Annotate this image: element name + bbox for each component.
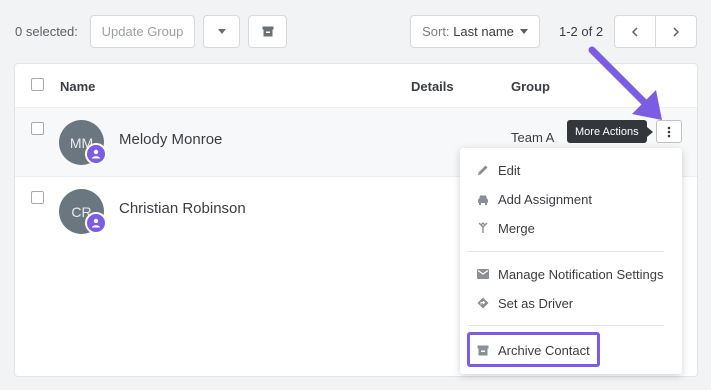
column-header-group[interactable]: Group	[511, 79, 550, 94]
sort-dropdown[interactable]: Sort: Last name	[410, 15, 540, 48]
person-icon	[92, 218, 100, 228]
car-icon	[476, 192, 490, 206]
menu-item-merge[interactable]: Merge	[476, 218, 535, 238]
menu-item-label: Edit	[498, 162, 521, 178]
column-header-name[interactable]: Name	[60, 79, 95, 94]
menu-divider	[468, 251, 664, 252]
direction-icon	[476, 296, 490, 310]
person-icon	[92, 149, 100, 159]
menu-item-label: Set as Driver	[498, 295, 574, 311]
menu-item-edit[interactable]: Edit	[476, 160, 520, 180]
bulk-actions-dropdown-button[interactable]	[203, 15, 240, 48]
menu-divider	[468, 325, 664, 326]
sort-prefix: Sort:	[422, 24, 450, 39]
menu-item-add-assignment[interactable]: Add Assignment	[476, 189, 592, 209]
archive-icon	[262, 26, 273, 37]
row-checkbox[interactable]	[31, 191, 44, 204]
menu-item-label: Manage Notification Settings	[498, 266, 664, 282]
archive-contact-highlight	[467, 332, 600, 367]
merge-icon	[476, 221, 490, 235]
column-header-details: Details	[411, 79, 454, 94]
selected-count: 0 selected:	[15, 24, 78, 39]
menu-item-notification-settings[interactable]: Manage Notification Settings	[476, 264, 663, 284]
chevron-left-icon	[631, 26, 638, 37]
pencil-icon	[476, 163, 490, 177]
contact-name[interactable]: Melody Monroe	[119, 131, 222, 148]
contact-type-badge	[85, 143, 107, 165]
menu-item-label: Add Assignment	[498, 191, 592, 207]
select-all-checkbox[interactable]	[31, 78, 44, 91]
pointer-arrow-icon	[588, 46, 662, 120]
menu-item-label: Merge	[498, 220, 535, 236]
menu-item-set-as-driver[interactable]: Set as Driver	[476, 293, 573, 313]
chevron-down-icon	[217, 29, 226, 34]
pagination-info: 1-2 of 2	[559, 24, 604, 39]
chevron-down-icon	[519, 29, 528, 34]
update-group-button[interactable]: Update Group	[90, 15, 195, 48]
bulk-archive-button[interactable]	[248, 15, 287, 48]
chevron-right-icon	[673, 26, 680, 37]
mail-icon	[476, 267, 490, 281]
contact-name[interactable]: Christian Robinson	[119, 200, 246, 217]
contact-type-badge	[85, 212, 107, 234]
sort-value: Last name	[453, 24, 514, 39]
row-checkbox[interactable]	[31, 122, 44, 135]
group-cell: Team A	[511, 130, 555, 145]
